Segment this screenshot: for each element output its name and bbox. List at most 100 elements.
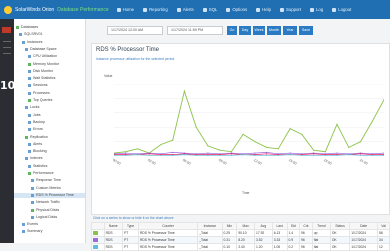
- data-point[interactable]: [160, 154, 162, 156]
- toolbar-button-week[interactable]: Week: [253, 26, 265, 35]
- tree-item[interactable]: Processes: [14, 91, 85, 96]
- tree-item[interactable]: RDS % Processor Time: [14, 192, 85, 198]
- data-point[interactable]: [348, 154, 350, 156]
- table-row[interactable]: RDS PT RDS % Processor Time _Total 0.25 90.10…: [91, 229, 390, 237]
- data-point[interactable]: [207, 154, 209, 156]
- tree-item[interactable]: Blocking: [14, 149, 85, 154]
- data-point[interactable]: [183, 154, 185, 156]
- data-point[interactable]: [359, 154, 362, 156]
- column-header[interactable]: [91, 222, 105, 230]
- data-point[interactable]: [266, 154, 268, 156]
- data-point[interactable]: [301, 154, 303, 156]
- data-point[interactable]: [348, 146, 350, 148]
- tree-item[interactable]: Backup: [14, 120, 85, 125]
- data-point[interactable]: [324, 154, 326, 156]
- column-header[interactable]: Min: [221, 222, 238, 230]
- tree-item[interactable]: Databases: [14, 25, 85, 30]
- series-swatch-cell[interactable]: [91, 236, 105, 244]
- nav-item-log[interactable]: Log: [310, 7, 323, 12]
- data-point[interactable]: [254, 154, 256, 156]
- column-header[interactable]: Trend: [311, 222, 331, 230]
- line-chart[interactable]: [114, 84, 384, 156]
- column-header[interactable]: Name: [103, 222, 124, 230]
- tree-item[interactable]: Indexes: [14, 156, 85, 161]
- data-point[interactable]: [359, 141, 362, 143]
- nav-item-help[interactable]: Help: [256, 7, 271, 12]
- tree-item[interactable]: Performance: [14, 171, 85, 176]
- from-date-input[interactable]: 1/17/2024 12:00 AM: [107, 26, 163, 35]
- data-point[interactable]: [207, 145, 209, 147]
- data-point[interactable]: [230, 153, 232, 155]
- tree-item[interactable]: Logical Disks: [14, 215, 85, 220]
- data-point[interactable]: [242, 154, 244, 156]
- column-header[interactable]: Cnt: [299, 222, 313, 230]
- column-header[interactable]: Avg: [254, 222, 273, 230]
- column-header[interactable]: Status: [329, 222, 351, 230]
- tree-item[interactable]: Database Space: [14, 47, 85, 52]
- data-point[interactable]: [148, 153, 150, 155]
- data-point[interactable]: [195, 154, 197, 156]
- data-point[interactable]: [289, 152, 291, 154]
- nav-item-reporting[interactable]: Reporting: [143, 7, 168, 12]
- to-date-input[interactable]: 1/17/2024 11:59 PM: [167, 26, 223, 35]
- data-point[interactable]: [254, 152, 256, 154]
- data-point[interactable]: [125, 151, 127, 153]
- data-point[interactable]: [266, 151, 268, 153]
- legend-hint[interactable]: Click on a series to show or hide it on …: [87, 215, 390, 221]
- data-point[interactable]: [336, 123, 338, 125]
- data-point[interactable]: [289, 154, 291, 156]
- data-point[interactable]: [277, 148, 279, 150]
- tree-item[interactable]: SQLSRV01: [14, 32, 85, 37]
- data-point[interactable]: [148, 154, 150, 156]
- tree-item[interactable]: Sessions: [14, 83, 85, 88]
- series-swatch-cell[interactable]: [91, 243, 105, 251]
- data-point[interactable]: [219, 149, 221, 151]
- data-point[interactable]: [242, 133, 244, 135]
- data-point[interactable]: [125, 154, 127, 156]
- data-point[interactable]: [172, 154, 174, 156]
- data-point[interactable]: [230, 151, 232, 153]
- table-row[interactable]: RDS PT RDS % Processor Time _Total 0.31 8.20 3…: [91, 236, 390, 244]
- column-header[interactable]: Val: [377, 222, 390, 230]
- data-point[interactable]: [266, 146, 268, 148]
- toolbar-button-day[interactable]: Day: [239, 26, 251, 35]
- toolbar-button-save[interactable]: Save: [299, 26, 313, 35]
- tree-item[interactable]: Errors: [14, 127, 85, 132]
- series-line-1[interactable]: [114, 152, 384, 155]
- data-point[interactable]: [301, 133, 303, 135]
- column-header[interactable]: Instance: [197, 222, 223, 230]
- nav-item-logout[interactable]: Logout: [332, 7, 351, 12]
- data-point[interactable]: [183, 90, 185, 92]
- data-point[interactable]: [207, 152, 209, 154]
- data-point[interactable]: [383, 152, 384, 154]
- tree-item[interactable]: Events: [14, 222, 85, 227]
- data-point[interactable]: [359, 153, 362, 155]
- toolbar-button-month[interactable]: Month: [267, 26, 281, 35]
- tree-item[interactable]: Instances: [14, 40, 85, 45]
- data-point[interactable]: [324, 151, 326, 153]
- toolbar-button-year[interactable]: Year: [283, 26, 297, 35]
- data-point[interactable]: [313, 149, 315, 151]
- series-line-0[interactable]: [114, 89, 384, 154]
- toolbar-button-go[interactable]: Go: [227, 26, 237, 35]
- tree-item[interactable]: Custom Metrics: [14, 186, 85, 191]
- series-line-2[interactable]: [114, 153, 384, 155]
- chart-subtitle[interactable]: Instance processor utilization for the s…: [96, 57, 174, 61]
- data-point[interactable]: [136, 154, 139, 156]
- nav-item-home[interactable]: Home: [116, 7, 134, 12]
- data-point[interactable]: [195, 126, 197, 128]
- data-point[interactable]: [371, 154, 373, 156]
- tree-item[interactable]: Alerts: [14, 142, 85, 147]
- tree-item[interactable]: CPU Utilization: [14, 54, 85, 59]
- data-point[interactable]: [266, 153, 268, 155]
- nav-item-options[interactable]: Options: [226, 7, 247, 12]
- data-point[interactable]: [172, 151, 174, 153]
- nav-item-support[interactable]: Support: [279, 7, 301, 12]
- tree-item[interactable]: Disk Monitor: [14, 69, 85, 74]
- tree-item[interactable]: Jobs: [14, 113, 85, 118]
- tree-item[interactable]: Locks: [14, 105, 85, 110]
- data-point[interactable]: [230, 154, 232, 156]
- tree-item[interactable]: Network Traffic: [14, 200, 85, 205]
- tree-item[interactable]: Wait Statistics: [14, 76, 85, 81]
- tree-item[interactable]: Response Time: [14, 178, 85, 183]
